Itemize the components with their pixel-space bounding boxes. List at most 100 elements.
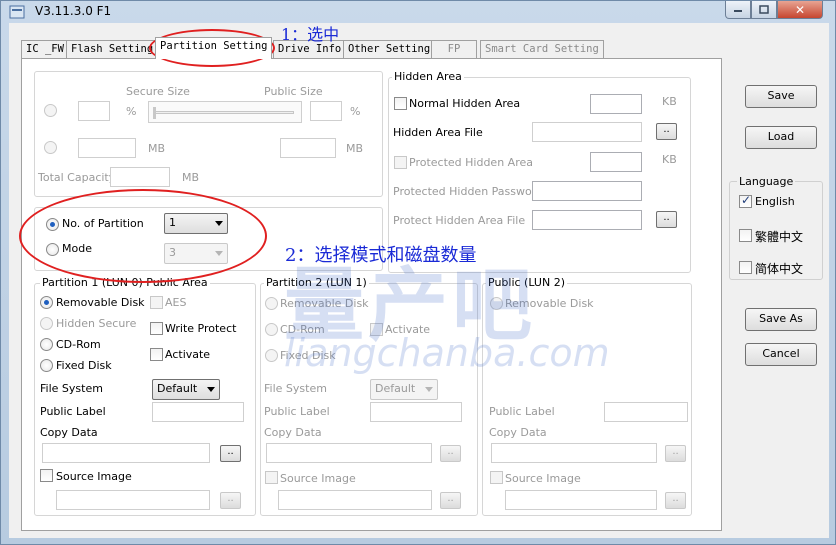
secure-size-label: Secure Size: [126, 85, 190, 98]
p1-fixed-disk-label: Fixed Disk: [56, 359, 112, 372]
p2-copy-data-browse-button[interactable]: ..: [440, 445, 461, 462]
p2-cd-rom-radio[interactable]: [265, 323, 278, 336]
hidden-area-title: Hidden Area: [392, 70, 464, 83]
protect-file-browse-button[interactable]: ..: [656, 211, 677, 228]
size-slider[interactable]: [148, 101, 302, 123]
p2-file-system-label: File System: [264, 382, 327, 395]
p1-write-protect-checkbox[interactable]: [150, 322, 163, 335]
p1-removable-disk-label: Removable Disk: [56, 296, 145, 309]
lun2-public-label-input[interactable]: [604, 402, 688, 422]
p1-hidden-secure-radio[interactable]: [40, 317, 53, 330]
p1-removable-disk-radio[interactable]: [40, 296, 53, 309]
tab-flash-setting[interactable]: Flash Setting: [66, 40, 159, 58]
protected-hidden-size-input[interactable]: [590, 152, 642, 172]
minimize-button[interactable]: [725, 1, 751, 19]
p1-cd-rom-radio[interactable]: [40, 338, 53, 351]
public-percent-input[interactable]: [310, 101, 342, 121]
lun2-copy-data-browse-button[interactable]: ..: [665, 445, 686, 462]
save-button[interactable]: Save: [745, 85, 817, 108]
p2-source-image-input[interactable]: [278, 490, 432, 510]
language-title: Language: [737, 175, 796, 188]
p2-source-image-checkbox[interactable]: [265, 471, 278, 484]
p2-public-label-input[interactable]: [370, 402, 462, 422]
cancel-button[interactable]: Cancel: [745, 343, 817, 366]
p1-source-image-browse-button[interactable]: ..: [220, 492, 241, 509]
kb-label: KB: [662, 95, 677, 108]
p2-source-image-browse-button[interactable]: ..: [440, 492, 461, 509]
save-as-button[interactable]: Save As: [745, 308, 817, 331]
traditional-chinese-checkbox[interactable]: [739, 229, 752, 242]
load-button[interactable]: Load: [745, 126, 817, 149]
p2-copy-data-input[interactable]: [266, 443, 432, 463]
p1-copy-data-browse-button[interactable]: ..: [220, 445, 241, 462]
hidden-file-label: Hidden Area File: [393, 126, 483, 139]
tab-other-setting[interactable]: Other Setting: [343, 40, 436, 58]
chevron-down-icon: [207, 387, 215, 392]
lun2-source-image-browse-button[interactable]: ..: [665, 492, 686, 509]
hidden-file-input[interactable]: [532, 122, 642, 142]
p1-copy-data-input[interactable]: [42, 443, 210, 463]
lun2-source-image-input[interactable]: [505, 490, 657, 510]
tab-fp[interactable]: FP: [431, 40, 477, 58]
lun2-copy-data-input[interactable]: [491, 443, 657, 463]
title-bar[interactable]: V3.11.3.0 F1 ✕: [1, 1, 835, 23]
p1-aes-label: AES: [165, 296, 187, 309]
protected-password-input[interactable]: [532, 181, 642, 201]
p2-copy-data-label: Copy Data: [264, 426, 322, 439]
p1-aes-checkbox[interactable]: [150, 296, 163, 309]
protected-password-label: Protected Hidden Password: [393, 185, 544, 198]
p1-file-system-dropdown[interactable]: Default: [152, 379, 220, 400]
public-size-label: Public Size: [264, 85, 323, 98]
lun2-source-image-checkbox[interactable]: [490, 471, 503, 484]
secure-percent-input[interactable]: [78, 101, 110, 121]
protect-file-label: Protect Hidden Area File: [393, 214, 526, 227]
partition-setting-panel: Secure Size Public Size % % MB MB Total …: [21, 58, 722, 531]
normal-hidden-label: Normal Hidden Area: [409, 97, 521, 110]
p2-removable-disk-radio[interactable]: [265, 297, 278, 310]
app-icon: [9, 5, 25, 19]
minimize-icon: [734, 9, 742, 12]
public-mb-input[interactable]: [280, 138, 336, 158]
secure-size-radio[interactable]: [44, 104, 57, 117]
protect-file-input[interactable]: [532, 210, 642, 230]
mb-label-3: MB: [182, 171, 200, 184]
percent-label: %: [126, 105, 137, 118]
maximize-button[interactable]: [751, 1, 777, 19]
tab-ic-fw[interactable]: IC _FW: [21, 40, 69, 58]
application-window: V3.11.3.0 F1 ✕ IC _FW Flash Setting Part…: [0, 0, 836, 545]
secure-mb-input[interactable]: [78, 138, 136, 158]
p1-source-image-label: Source Image: [56, 470, 132, 483]
size-mb-radio[interactable]: [44, 141, 57, 154]
normal-hidden-size-input[interactable]: [590, 94, 642, 114]
kb-label-2: KB: [662, 153, 677, 166]
p2-source-image-label: Source Image: [280, 472, 356, 485]
p1-source-image-checkbox[interactable]: [40, 469, 53, 482]
p1-file-system-label: File System: [40, 382, 103, 395]
annotation-step1: 1：选中: [281, 25, 340, 44]
traditional-chinese-label: 繁體中文: [755, 230, 804, 244]
total-capacity-label: Total Capacity: [38, 171, 116, 184]
slider-track: [154, 111, 294, 114]
p1-public-label-input[interactable]: [152, 402, 244, 422]
chevron-down-icon: [425, 387, 433, 392]
p1-source-image-input[interactable]: [56, 490, 210, 510]
simplified-chinese-checkbox[interactable]: [739, 261, 752, 274]
p2-public-label-label: Public Label: [264, 405, 330, 418]
close-button[interactable]: ✕: [777, 1, 823, 19]
p2-file-system-dropdown[interactable]: Default: [370, 379, 438, 400]
p1-cd-rom-label: CD-Rom: [56, 338, 101, 351]
p1-fixed-disk-radio[interactable]: [40, 359, 53, 372]
total-capacity-input[interactable]: [110, 167, 170, 187]
tab-partition-setting[interactable]: Partition Setting: [155, 37, 273, 59]
tab-smart-card-setting[interactable]: Smart Card Setting: [480, 40, 604, 58]
slider-thumb[interactable]: [153, 107, 156, 119]
close-icon: ✕: [794, 2, 806, 17]
english-checkbox[interactable]: [739, 193, 752, 208]
p1-hidden-secure-label: Hidden Secure: [56, 317, 137, 330]
normal-hidden-checkbox[interactable]: [394, 97, 407, 110]
protected-hidden-checkbox[interactable]: [394, 156, 407, 169]
annotation-step2: 2：选择模式和磁盘数量: [285, 245, 477, 266]
hidden-file-browse-button[interactable]: ..: [656, 123, 677, 140]
p1-activate-checkbox[interactable]: [150, 348, 163, 361]
p2-fixed-disk-radio[interactable]: [265, 349, 278, 362]
